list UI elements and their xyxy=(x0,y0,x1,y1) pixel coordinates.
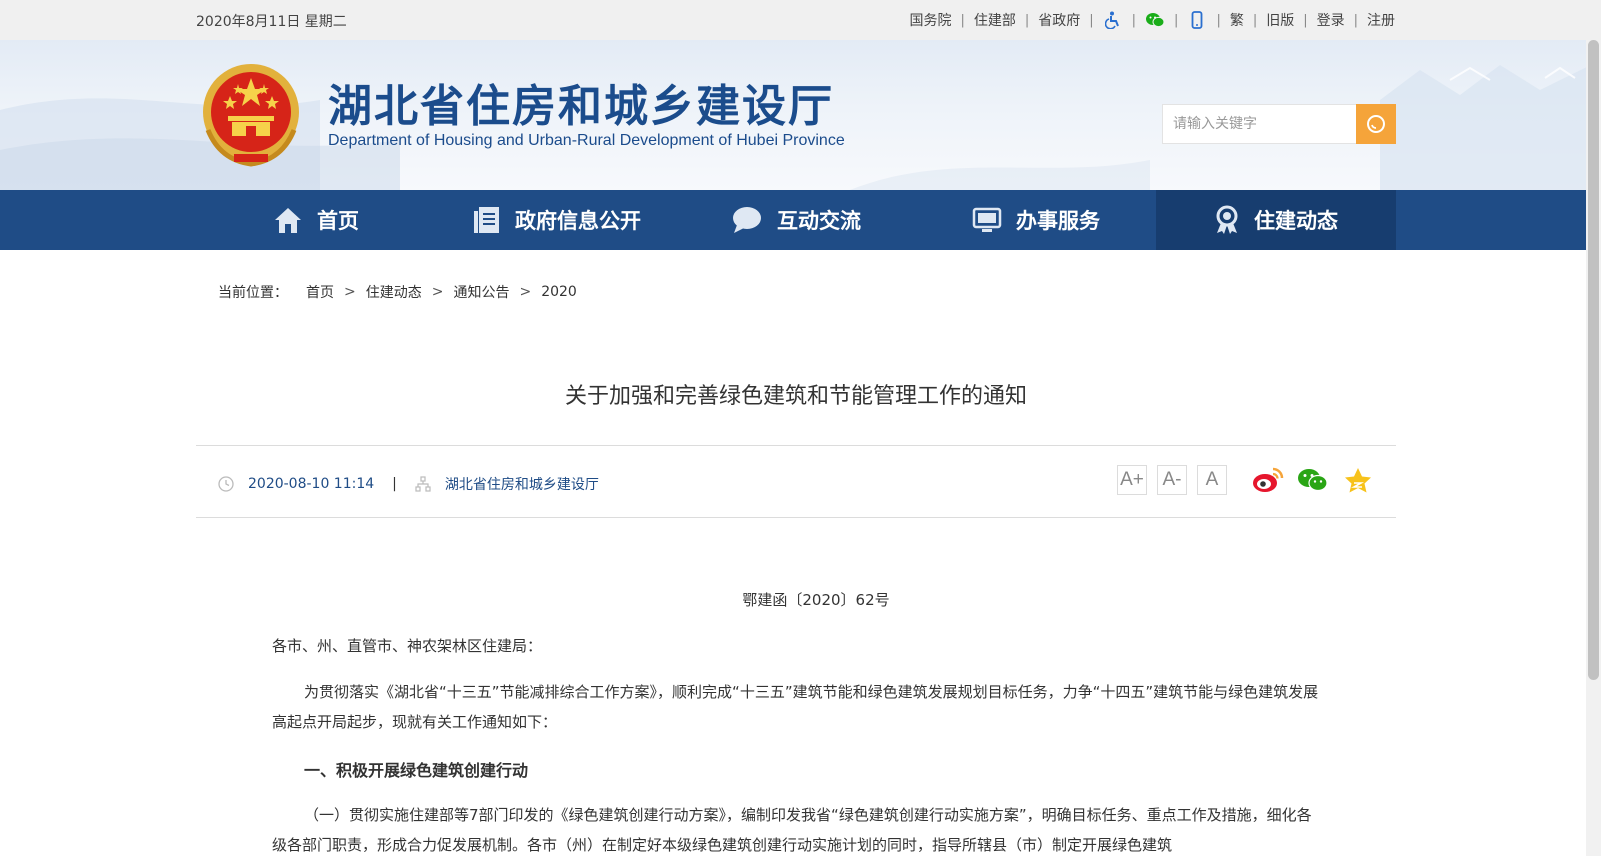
document-icon xyxy=(474,207,499,233)
separator: | xyxy=(1131,12,1137,28)
separator: | xyxy=(1303,12,1308,28)
link-traditional-chinese[interactable]: 繁 xyxy=(1230,10,1244,30)
breadcrumb-label: 当前位置： xyxy=(218,285,288,301)
breadcrumb-separator: > xyxy=(519,284,532,300)
top-links: 国务院 | 住建部 | 省政府 | | | | 繁 | 旧版 | 登录 | 注册 xyxy=(909,10,1395,30)
national-emblem-icon xyxy=(203,64,299,167)
nav-label: 住建动态 xyxy=(1254,209,1338,233)
font-decrease-button[interactable]: A- xyxy=(1157,465,1187,495)
home-icon xyxy=(275,208,301,233)
link-provincial-gov[interactable]: 省政府 xyxy=(1038,10,1080,30)
mobile-icon[interactable] xyxy=(1187,11,1207,29)
publish-datetime: 2020-08-10 11:14 xyxy=(248,476,375,492)
breadcrumb-home[interactable]: 首页 xyxy=(306,282,334,302)
nav-item-interaction[interactable]: 互动交流 xyxy=(676,190,916,250)
scrollbar-thumb[interactable] xyxy=(1588,40,1599,680)
search-input[interactable] xyxy=(1162,104,1356,144)
nav-label: 互动交流 xyxy=(777,209,861,233)
article-meta: 2020-08-10 11:14 | 湖北省住房和城乡建设厅 xyxy=(218,474,599,494)
breadcrumb-separator: > xyxy=(431,284,444,300)
site-header: 湖北省住房和城乡建设厅 Department of Housing and Ur… xyxy=(0,40,1601,190)
separator: | xyxy=(1174,12,1179,28)
site-subtitle: Department of Housing and Urban-Rural De… xyxy=(328,132,845,149)
separator: | xyxy=(960,12,965,28)
wechat-icon[interactable] xyxy=(1145,11,1165,29)
organization-icon xyxy=(415,476,431,492)
clock-icon xyxy=(218,476,234,492)
breadcrumb-notices[interactable]: 通知公告 xyxy=(453,282,509,302)
link-old-version[interactable]: 旧版 xyxy=(1266,10,1294,30)
separator: | xyxy=(1252,12,1258,28)
breadcrumb: 当前位置： 首页 > 住建动态 > 通知公告 > 2020 xyxy=(218,282,577,302)
nav-label: 政府信息公开 xyxy=(515,209,641,233)
meta-separator: | xyxy=(392,476,397,492)
link-mohurd[interactable]: 住建部 xyxy=(974,10,1016,30)
top-bar: 2020年8月11日 星期二 国务院 | 住建部 | 省政府 | | | | 繁… xyxy=(0,0,1601,40)
divider xyxy=(196,517,1396,518)
font-reset-button[interactable]: A xyxy=(1197,465,1227,495)
nav-item-home[interactable]: 首页 xyxy=(196,190,436,250)
article-title: 关于加强和完善绿色建筑和节能管理工作的通知 xyxy=(564,384,1027,409)
favorite-star-icon xyxy=(1345,468,1371,493)
nav-item-news[interactable]: 住建动态 xyxy=(1156,190,1396,250)
monitor-icon xyxy=(972,207,1002,232)
badge-icon xyxy=(1216,205,1238,234)
divider xyxy=(196,445,1396,446)
search-box xyxy=(1162,104,1396,144)
link-state-council[interactable]: 国务院 xyxy=(909,10,951,30)
separator: | xyxy=(1024,12,1030,28)
document-number: 鄂建函〔2020〕62号 xyxy=(742,591,890,609)
chat-bubble-icon xyxy=(733,207,761,233)
current-date: 2020年8月11日 星期二 xyxy=(196,14,347,30)
accessibility-icon[interactable] xyxy=(1103,11,1123,29)
nav-item-services[interactable]: 办事服务 xyxy=(916,190,1156,250)
separator: | xyxy=(1353,12,1358,28)
scrollbar[interactable] xyxy=(1586,40,1601,856)
wechat-share-icon xyxy=(1298,469,1328,492)
separator: | xyxy=(1216,12,1221,28)
search-button[interactable] xyxy=(1356,104,1396,144)
separator: | xyxy=(1089,12,1094,28)
breadcrumb-news[interactable]: 住建动态 xyxy=(366,282,422,302)
breadcrumb-separator: > xyxy=(344,284,356,300)
nav-label: 首页 xyxy=(317,209,359,233)
favorite-button[interactable] xyxy=(1341,464,1375,496)
salutation: 各市、州、直管市、神农架林区住建局： xyxy=(272,637,543,655)
search-icon xyxy=(1367,115,1385,133)
nav-item-gov-info[interactable]: 政府信息公开 xyxy=(436,190,676,250)
link-login[interactable]: 登录 xyxy=(1317,10,1345,30)
weibo-share-button[interactable] xyxy=(1251,464,1285,496)
intro-paragraph: 为贯彻落实《湖北省“十三五”节能减排综合工作方案》，顺利完成“十三五”建筑节能和… xyxy=(272,683,1319,731)
article-source: 湖北省住房和城乡建设厅 xyxy=(444,477,599,493)
main-nav: 首页 政府信息公开 互动交流 办事服务 住建动态 xyxy=(0,190,1601,250)
wechat-share-button[interactable] xyxy=(1296,464,1330,496)
link-register[interactable]: 注册 xyxy=(1367,10,1395,30)
site-title: 湖北省住房和城乡建设厅 xyxy=(328,81,834,132)
nav-label: 办事服务 xyxy=(1016,209,1100,233)
breadcrumb-year[interactable]: 2020 xyxy=(541,284,577,300)
font-increase-button[interactable]: A+ xyxy=(1117,465,1147,495)
weibo-icon xyxy=(1253,467,1284,492)
section-heading: 一、积极开展绿色建筑创建行动 xyxy=(304,761,529,780)
section-paragraph: （一）贯彻实施住建部等7部门印发的《绿色建筑创建行动方案》，编制印发我省“绿色建… xyxy=(272,806,1312,854)
